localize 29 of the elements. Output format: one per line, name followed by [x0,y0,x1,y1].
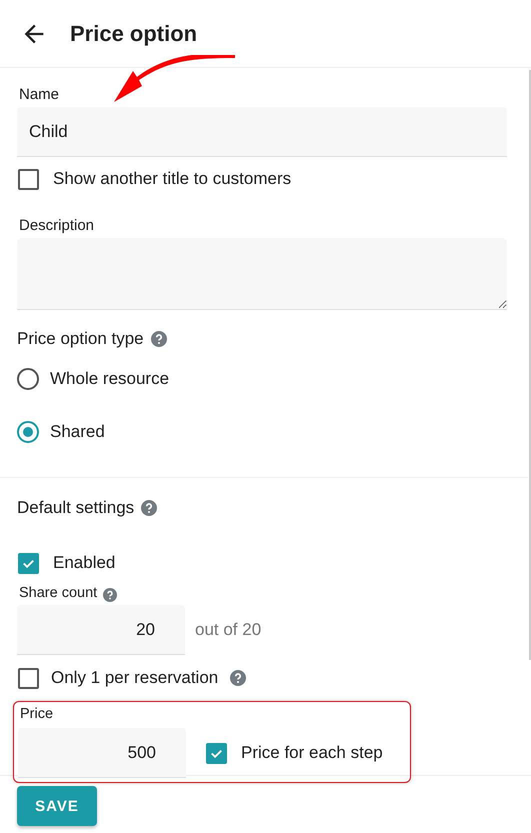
checkbox-label: Show another title to customers [53,169,292,189]
field-label: Share count [19,585,98,601]
checkbox-label: Enabled [53,553,116,573]
help-icon[interactable] [141,500,158,516]
share-count-field[interactable]: 20 [17,605,185,655]
section-title: Price option type [17,329,144,349]
share-count-suffix: out of 20 [195,620,262,640]
checkbox[interactable] [206,742,227,764]
radio-label: Whole resource [50,368,170,388]
radio-button[interactable] [17,368,39,390]
name-field[interactable]: Child [17,107,507,157]
radio-label: Shared [50,422,105,442]
help-icon[interactable] [103,588,118,602]
field-label: Price [20,706,54,722]
checkbox-label: Only 1 per reservation [51,668,218,688]
field-label: Description [19,217,94,234]
description-field[interactable] [17,238,507,310]
price-field[interactable]: 500 [18,728,186,778]
page-title: Price option [70,20,198,46]
checkbox[interactable] [18,668,39,688]
checkbox[interactable] [18,552,39,574]
field-label: Name [19,86,60,103]
section-title: Default settings [17,498,134,518]
scrollbar[interactable] [529,70,531,660]
help-icon[interactable] [230,670,246,686]
checkbox-label: Price for each step [241,743,383,763]
help-icon[interactable] [150,331,167,347]
radio-button[interactable] [17,420,39,442]
checkbox[interactable] [18,168,39,190]
